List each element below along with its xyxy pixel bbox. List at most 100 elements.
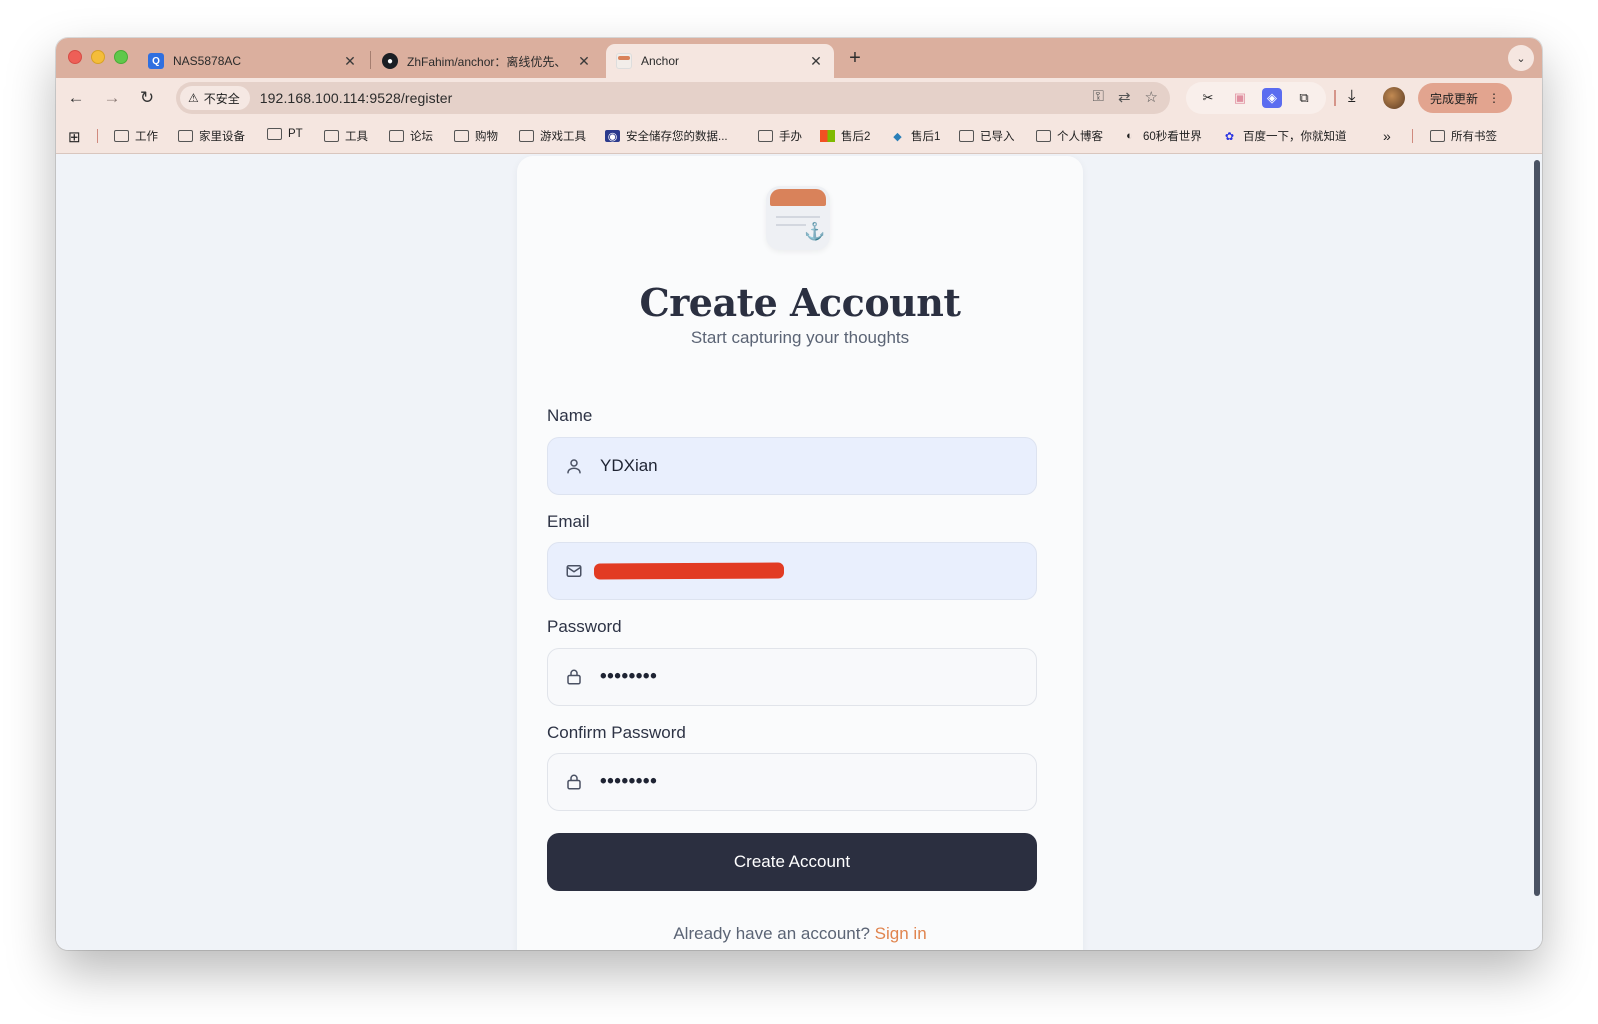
bookmark-item[interactable]: ◉ 安全储存您的数据... <box>605 128 728 144</box>
logo-header <box>770 189 826 206</box>
chevron-down-icon: ⌄ <box>1516 52 1526 65</box>
key-icon[interactable]: ⚿ <box>1093 88 1104 106</box>
email-field[interactable] <box>547 542 1037 600</box>
name-label: Name <box>547 406 593 425</box>
browser-window: Q NAS5878AC ✕ ● ZhFahim/anchor：离线优先、 ✕ A… <box>56 38 1542 950</box>
name-field[interactable]: YDXian <box>547 437 1037 495</box>
security-indicator[interactable]: ⚠ 不安全 <box>180 86 250 110</box>
profile-avatar[interactable] <box>1383 87 1405 109</box>
name-value[interactable]: YDXian <box>600 456 658 476</box>
bookmark-item[interactable]: 手办 <box>758 128 802 144</box>
folder-icon <box>1430 130 1445 142</box>
update-button[interactable]: 完成更新 ⋮ <box>1418 83 1513 113</box>
close-icon[interactable]: ✕ <box>576 53 592 70</box>
bookmark-item[interactable]: 工具 <box>324 128 368 144</box>
translate-icon[interactable]: ⇄ <box>1118 88 1131 106</box>
reload-icon: ↻ <box>139 88 155 107</box>
forward-button[interactable]: → <box>100 86 124 110</box>
tab-strip: Q NAS5878AC ✕ ● ZhFahim/anchor：离线优先、 ✕ A… <box>56 38 1542 78</box>
bookmark-item[interactable]: ✿ 百度一下，你就知道 <box>1222 128 1347 144</box>
bookmark-item[interactable]: 购物 <box>454 128 498 144</box>
folder-icon <box>114 130 129 142</box>
extension-scissors-icon[interactable]: ✂ <box>1198 88 1218 108</box>
update-label: 完成更新 <box>1430 91 1479 106</box>
create-account-button[interactable]: Create Account <box>547 833 1037 891</box>
star-icon[interactable]: ☆ <box>1145 88 1158 106</box>
bookmark-item[interactable]: PT <box>267 128 303 140</box>
download-icon[interactable]: ⤓ <box>1348 86 1356 106</box>
omnibox-actions: ⚿ ⇄ ☆ <box>1093 88 1158 106</box>
bookmark-item[interactable]: 家里设备 <box>178 128 245 144</box>
folder-icon <box>454 130 469 142</box>
extension-bilibili-icon[interactable]: ▣ <box>1230 88 1250 108</box>
minimize-window-button[interactable] <box>91 50 105 64</box>
tab-title: ZhFahim/anchor：离线优先、 <box>407 54 567 69</box>
bookmark-item[interactable]: 论坛 <box>389 128 433 144</box>
bookmark-item[interactable]: 工作 <box>114 128 158 144</box>
extensions-puzzle-icon[interactable]: ⧉ <box>1294 88 1314 108</box>
baidu-icon: ✿ <box>1224 130 1235 143</box>
mail-icon <box>548 562 600 580</box>
bookmark-item[interactable]: 已导入 <box>959 128 1015 144</box>
page-viewport: ⚓ Create Account Start capturing your th… <box>56 154 1542 950</box>
zoom-window-button[interactable] <box>114 50 128 64</box>
anchor-favicon-icon <box>616 53 632 69</box>
confirm-password-field[interactable]: •••••••• <box>547 753 1037 811</box>
bookmark-item[interactable]: ◐ 60秒看世界 <box>1122 128 1202 144</box>
site-icon: ◐ <box>1126 130 1133 142</box>
extension-app-icon[interactable]: ◈ <box>1262 88 1282 108</box>
back-button[interactable]: ← <box>64 86 88 110</box>
signin-prompt-text: Already have an account? <box>673 924 870 943</box>
tab-divider <box>370 51 371 69</box>
microsoft-icon <box>820 130 835 142</box>
site-icon: ◉ <box>605 130 620 143</box>
tab-anchor[interactable]: Anchor ✕ <box>606 44 834 78</box>
bookmark-item[interactable]: ◆ 售后1 <box>890 128 940 144</box>
arrow-right-icon: → <box>103 88 121 107</box>
password-field[interactable]: •••••••• <box>547 648 1037 706</box>
folder-icon <box>324 130 339 142</box>
warning-icon: ⚠ <box>188 91 199 105</box>
apps-grid-icon[interactable]: ⊞ <box>68 128 81 146</box>
all-bookmarks-folder[interactable]: 所有书签 <box>1430 128 1497 144</box>
bookmark-item[interactable]: 游戏工具 <box>519 128 586 144</box>
redacted-email-value[interactable] <box>593 562 785 580</box>
close-icon[interactable]: ✕ <box>342 53 358 70</box>
logo-line <box>776 216 820 218</box>
password-value[interactable]: •••••••• <box>600 666 657 688</box>
tab-nas[interactable]: Q NAS5878AC ✕ <box>138 44 368 78</box>
browser-toolbar: ← → ↻ ⚠ 不安全 192.168.100.114:9528/registe… <box>56 78 1542 118</box>
logo-line <box>776 224 806 226</box>
sign-in-link[interactable]: Sign in <box>875 924 927 943</box>
email-label: Email <box>547 512 590 531</box>
lock-icon <box>548 772 600 792</box>
folder-icon <box>758 130 773 142</box>
anchor-logo: ⚓ <box>766 186 830 250</box>
tab-search-button[interactable]: ⌄ <box>1508 45 1534 71</box>
nas-favicon-icon: Q <box>148 53 164 69</box>
reload-button[interactable]: ↻ <box>135 86 159 110</box>
confirm-password-label: Confirm Password <box>547 723 686 742</box>
confirm-password-value[interactable]: •••••••• <box>600 771 657 793</box>
github-icon: ● <box>382 53 398 69</box>
new-tab-button[interactable]: + <box>844 47 866 70</box>
url-text[interactable]: 192.168.100.114:9528/register <box>260 90 453 106</box>
tab-title: Anchor <box>641 54 680 68</box>
arrow-left-icon: ← <box>67 88 85 107</box>
close-icon[interactable]: ✕ <box>808 53 824 70</box>
anchor-icon: ⚓ <box>804 222 826 241</box>
bookmark-item[interactable]: 个人博客 <box>1036 128 1103 144</box>
bookmarks-bar: ⊞ 工作 家里设备 PT 工具 论坛 购物 游戏工具 ◉ 安全储存您的数据... … <box>56 118 1542 154</box>
site-icon: ◆ <box>893 130 902 143</box>
page-scrollbar[interactable] <box>1534 160 1540 896</box>
register-card: ⚓ Create Account Start capturing your th… <box>517 156 1083 950</box>
folder-icon <box>519 130 534 142</box>
address-bar[interactable]: ⚠ 不安全 192.168.100.114:9528/register ⚿ ⇄ … <box>176 82 1170 114</box>
more-vertical-icon: ⋮ <box>1488 91 1501 105</box>
bookmark-divider <box>1412 129 1413 143</box>
close-window-button[interactable] <box>68 50 82 64</box>
more-bookmarks-button[interactable]: » <box>1383 128 1391 144</box>
bookmark-item[interactable]: 售后2 <box>820 128 870 144</box>
user-icon <box>548 457 600 475</box>
tab-github[interactable]: ● ZhFahim/anchor：离线优先、 ✕ <box>372 44 602 78</box>
